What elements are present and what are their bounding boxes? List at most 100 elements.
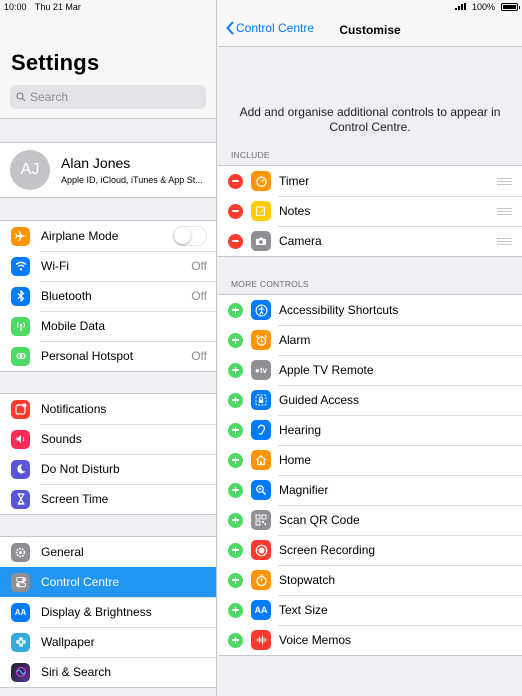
customise-description: Add and organise additional controls to … [239,105,501,134]
sidebar-item-general[interactable]: General [0,537,216,567]
add-button[interactable] [228,572,243,588]
add-button[interactable] [228,452,243,468]
ear-icon [251,420,271,440]
apple-id-row[interactable]: AJ Alan Jones Apple ID, iCloud, iTunes &… [0,143,216,197]
add-button[interactable] [228,332,243,348]
airplane-mode-toggle[interactable] [173,226,207,246]
add-button[interactable] [228,392,243,408]
bluetooth-value: Off [191,289,207,303]
sidebar-item-label: Control Centre [41,575,120,589]
hotspot-icon [11,346,30,366]
sidebar-item-control-centre[interactable]: Control Centre [0,567,216,597]
waveform-icon [251,630,271,650]
text-size-icon: AA [11,602,30,622]
list-item: Alarm [218,325,522,355]
remove-button[interactable] [228,173,243,189]
add-button[interactable] [228,362,243,378]
flower-icon [11,632,30,652]
hotspot-value: Off [191,349,207,363]
general-group: General Control Centre AA Display & Brig… [0,536,216,688]
antenna-icon [11,316,30,336]
control-label: Guided Access [279,393,360,407]
sidebar-item-label: Wallpaper [41,635,95,649]
remove-button[interactable] [228,203,243,219]
status-time: 10:00 [4,1,27,12]
control-label: Magnifier [279,483,329,497]
sidebar-item-label: Personal Hotspot [41,349,134,363]
more-controls-list: Accessibility Shortcuts Alarm ● tv Apple … [218,294,522,656]
reorder-handle[interactable] [497,177,512,185]
settings-sidebar: Settings Search AJ Alan Jones Apple ID, … [0,0,217,696]
sidebar-item-screen-time[interactable]: Screen Time [0,484,216,514]
accessibility-icon [251,300,271,320]
add-button[interactable] [228,482,243,498]
list-item: Notes [218,196,522,226]
add-button[interactable] [228,422,243,438]
list-item: AA Text Size [218,595,522,625]
status-date: Thu 21 Mar [34,1,81,12]
add-button[interactable] [228,542,243,558]
remove-button[interactable] [228,233,243,249]
wifi-icon [11,256,30,276]
apple-tv-icon: ● tv [251,360,271,380]
camera-icon [251,231,271,251]
sidebar-item-personal-hotspot[interactable]: Personal Hotspot Off [0,341,216,371]
sidebar-item-display-brightness[interactable]: AA Display & Brightness [0,597,216,627]
control-label: Notes [279,204,311,218]
avatar: AJ [10,150,50,190]
include-list: Timer Notes Camera [218,165,522,257]
sidebar-item-label: Bluetooth [41,289,92,303]
apple-id-group: AJ Alan Jones Apple ID, iCloud, iTunes &… [0,142,216,198]
control-label: Timer [279,174,310,188]
list-item: Stopwatch [218,565,522,595]
page-title: Settings [11,50,100,75]
sidebar-item-do-not-disturb[interactable]: Do Not Disturb [0,454,216,484]
battery-percent: 100% [471,1,495,12]
sidebar-item-label: Sounds [41,432,82,446]
record-icon [251,540,271,560]
search-input[interactable]: Search [10,85,206,109]
sidebar-item-label: Siri & Search [41,665,112,679]
sidebar-item-siri-search[interactable]: Siri & Search [0,657,216,687]
control-label: Apple TV Remote [279,363,374,377]
notifications-group: Notifications Sounds Do Not Disturb Scre… [0,393,216,515]
sidebar-item-label: Do Not Disturb [41,462,120,476]
list-item: Hearing [218,415,522,445]
profile-name: Alan Jones [61,155,131,171]
add-button[interactable] [228,512,243,528]
control-label: Stopwatch [279,573,336,587]
sidebar-item-wallpaper[interactable]: Wallpaper [0,627,216,657]
magnifier-icon [251,480,271,500]
status-bar: 10:00 Thu 21 Mar 100% [0,0,522,13]
airplane-icon [11,226,30,246]
gear-icon [11,542,30,562]
list-item: Magnifier [218,475,522,505]
sidebar-item-label: Wi-Fi [41,259,69,273]
timer-icon [251,171,271,191]
sidebar-item-bluetooth[interactable]: Bluetooth Off [0,281,216,311]
sidebar-item-notifications[interactable]: Notifications [0,394,216,424]
sidebar-item-label: Mobile Data [41,319,106,333]
text-size-icon: AA [251,600,271,620]
sidebar-item-sounds[interactable]: Sounds [0,424,216,454]
sidebar-item-label: Display & Brightness [41,605,152,619]
sidebar-item-mobile-data[interactable]: Mobile Data [0,311,216,341]
control-label: Camera [279,234,322,248]
profile-subtitle: Apple ID, iCloud, iTunes & App St... [61,175,203,185]
add-button[interactable] [228,632,243,648]
signal-icon [454,3,466,10]
control-label: Accessibility Shortcuts [279,303,399,317]
more-controls-header: MORE CONTROLS [231,279,309,289]
control-label: Text Size [279,603,328,617]
reorder-handle[interactable] [497,207,512,215]
add-button[interactable] [228,302,243,318]
list-item: Scan QR Code [218,505,522,535]
sidebar-item-wifi[interactable]: Wi-Fi Off [0,251,216,281]
reorder-handle[interactable] [497,237,512,245]
list-item: Camera [218,226,522,256]
settings-header: Settings Search [0,0,216,119]
add-button[interactable] [228,602,243,618]
search-placeholder: Search [30,90,69,104]
sidebar-item-label: Screen Time [41,492,109,506]
sidebar-item-airplane-mode[interactable]: Airplane Mode [0,221,216,251]
